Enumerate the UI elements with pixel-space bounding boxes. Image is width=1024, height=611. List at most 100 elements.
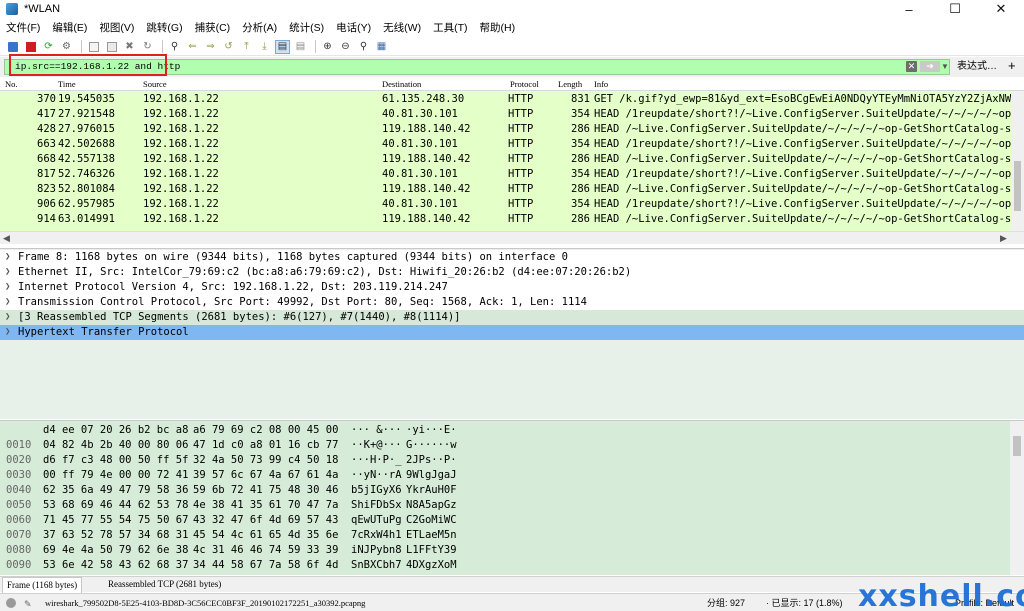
- menu-tools[interactable]: 工具(T): [427, 18, 473, 38]
- menu-file[interactable]: 文件(F): [0, 18, 46, 38]
- expand-arrow-icon[interactable]: ❯: [5, 250, 10, 265]
- minimize-button[interactable]: –: [886, 0, 932, 18]
- packet-row[interactable]: 823 52.801084 192.168.1.22 119.188.140.42 HT…: [0, 182, 1011, 197]
- ascii-high: 2JPs··P·: [406, 454, 457, 466]
- expand-arrow-icon[interactable]: ❯: [5, 280, 10, 295]
- scroll-right-icon[interactable]: ▶: [1000, 233, 1007, 244]
- column-destination[interactable]: Destination: [382, 79, 421, 89]
- packet-row[interactable]: 906 62.957985 192.168.1.22 40.81.30.101 HTTP…: [0, 197, 1011, 212]
- bytes-scrollbar[interactable]: [1010, 421, 1024, 575]
- restart-capture-icon[interactable]: ⟳: [41, 40, 56, 54]
- clear-filter-icon[interactable]: ✕: [906, 61, 917, 72]
- hex-row[interactable]: 0020 d6 f7 c3 48 00 50 ff 5f 32 4a 50 73 9…: [0, 453, 1010, 468]
- filter-history-dropdown-icon[interactable]: ▼: [940, 61, 950, 72]
- menu-wireless[interactable]: 无线(W): [377, 18, 427, 38]
- detail-tree-item[interactable]: ❯ Frame 8: 1168 bytes on wire (9344 bits)…: [0, 250, 1024, 265]
- hex-row[interactable]: 0070 37 63 52 78 57 34 68 31 45 54 4c 61 6…: [0, 528, 1010, 543]
- edit-comment-icon[interactable]: ✎: [24, 598, 34, 609]
- packet-count: 分组: 927: [707, 598, 746, 608]
- zoom-in-icon[interactable]: ⊕: [320, 40, 335, 54]
- scrollbar-thumb[interactable]: [1014, 161, 1021, 211]
- packet-row[interactable]: 417 27.921548 192.168.1.22 40.81.30.101 HTTP…: [0, 107, 1011, 122]
- menu-statistics[interactable]: 统计(S): [283, 18, 330, 38]
- expand-arrow-icon[interactable]: ❯: [5, 310, 10, 325]
- column-source[interactable]: Source: [143, 79, 167, 89]
- column-info[interactable]: Info: [594, 79, 608, 89]
- maximize-button[interactable]: ☐: [932, 0, 978, 18]
- detail-tree-item[interactable]: ❯ Internet Protocol Version 4, Src: 192.1…: [0, 280, 1024, 295]
- packet-row[interactable]: 370 19.545035 192.168.1.22 61.135.248.30 HTT…: [0, 92, 1011, 107]
- find-packet-icon[interactable]: ⚲: [167, 40, 182, 54]
- hex-row[interactable]: 0050 53 68 69 46 44 62 53 78 4e 38 41 35 6…: [0, 498, 1010, 513]
- column-time[interactable]: Time: [58, 79, 76, 89]
- hex-row[interactable]: 0090 53 6e 42 58 43 62 68 37 34 44 58 67 7…: [0, 558, 1010, 573]
- packet-list-hscrollbar[interactable]: ◀ ▶: [0, 231, 1024, 244]
- detail-tree-item[interactable]: ❯ Ethernet II, Src: IntelCor_79:69:c2 (bc…: [0, 265, 1024, 280]
- detail-tree-item[interactable]: ❯ Hypertext Transfer Protocol: [0, 325, 1024, 340]
- packet-bytes-pane: d4 ee 07 20 26 b2 bc a8 a6 79 69 c2 08 00…: [0, 420, 1024, 575]
- ready-status-icon[interactable]: [6, 598, 16, 608]
- ascii-low: 7cRxW4h1: [351, 529, 402, 541]
- tab-reassembled-tcp[interactable]: Reassembled TCP (2681 bytes): [104, 577, 225, 593]
- open-file-icon[interactable]: [86, 40, 101, 54]
- menu-go[interactable]: 跳转(G): [140, 18, 188, 38]
- hex-bytes-high: 34 44 58 67 7a 58 6f 4d: [193, 559, 339, 571]
- scrollbar-thumb[interactable]: [1013, 436, 1021, 456]
- hex-row[interactable]: 0030 00 ff 79 4e 00 00 72 41 39 57 6c 67 4…: [0, 468, 1010, 483]
- save-file-icon[interactable]: [104, 40, 119, 54]
- zoom-normal-icon[interactable]: ⚲: [356, 40, 371, 54]
- packet-row[interactable]: 428 27.976015 192.168.1.22 119.188.140.42 HT…: [0, 122, 1011, 137]
- packet-list-scrollbar[interactable]: [1011, 91, 1024, 231]
- packet-row[interactable]: 914 63.014991 192.168.1.22 119.188.140.42 HT…: [0, 212, 1011, 227]
- packet-row[interactable]: 817 52.746326 192.168.1.22 40.81.30.101 HTTP…: [0, 167, 1011, 182]
- tab-frame-bytes[interactable]: Frame (1168 bytes): [2, 577, 83, 593]
- expand-arrow-icon[interactable]: ❯: [5, 295, 10, 310]
- hex-row[interactable]: 0010 04 82 4b 2b 40 00 80 06 47 1d c0 a8 0…: [0, 438, 1010, 453]
- go-back-icon[interactable]: ⇐: [185, 40, 200, 54]
- close-button[interactable]: ✕: [978, 0, 1024, 18]
- apply-filter-icon[interactable]: ➜: [920, 61, 940, 72]
- packet-row[interactable]: 668 42.557138 192.168.1.22 119.188.140.42 HT…: [0, 152, 1011, 167]
- hex-row[interactable]: d4 ee 07 20 26 b2 bc a8 a6 79 69 c2 08 00…: [0, 423, 1010, 438]
- hex-offset: 0080: [6, 544, 32, 556]
- detail-tree-item[interactable]: ❯ Transmission Control Protocol, Src Port…: [0, 295, 1024, 310]
- menu-analyze[interactable]: 分析(A): [236, 18, 283, 38]
- detail-tree-item[interactable]: ❯ [3 Reassembled TCP Segments (2681 bytes…: [0, 310, 1024, 325]
- column-protocol[interactable]: Protocol: [510, 79, 539, 89]
- packet-row[interactable]: 663 42.502688 192.168.1.22 40.81.30.101 HTTP…: [0, 137, 1011, 152]
- stop-capture-icon[interactable]: [23, 40, 38, 54]
- go-to-packet-icon[interactable]: ↺: [221, 40, 236, 54]
- hex-row[interactable]: 0080 69 4e 4a 50 79 62 6e 38 4c 31 46 46 7…: [0, 543, 1010, 558]
- zoom-out-icon[interactable]: ⊖: [338, 40, 353, 54]
- menu-edit[interactable]: 编辑(E): [46, 18, 93, 38]
- expand-arrow-icon[interactable]: ❯: [5, 325, 10, 340]
- hex-row[interactable]: 0060 71 45 77 55 54 75 50 67 43 32 47 6f 4…: [0, 513, 1010, 528]
- go-forward-icon[interactable]: ⇒: [203, 40, 218, 54]
- ascii-low: ··yN··rA: [351, 469, 402, 481]
- close-file-icon[interactable]: ✖: [122, 40, 137, 54]
- last-packet-icon[interactable]: ⤓: [257, 40, 272, 54]
- column-no[interactable]: No.: [5, 79, 18, 89]
- menu-view[interactable]: 视图(V): [93, 18, 140, 38]
- hex-bytes-high: 4e 38 41 35 61 70 47 7a: [193, 499, 339, 511]
- add-filter-button[interactable]: +: [1008, 58, 1016, 74]
- reload-file-icon[interactable]: ↻: [140, 40, 155, 54]
- cell-length: 354: [571, 168, 590, 180]
- ascii-low: ShiFDbSx: [351, 499, 402, 511]
- hex-row[interactable]: 0040 62 35 6a 49 47 79 58 36 59 6b 72 41 7…: [0, 483, 1010, 498]
- resize-columns-icon[interactable]: ▦: [374, 40, 389, 54]
- hex-row[interactable]: 00a0 4c 47 4c 61 30 62 7a 67 67 48 4b 58 5…: [0, 573, 1010, 575]
- capture-options-icon[interactable]: ⚙: [59, 40, 74, 54]
- column-length[interactable]: Length: [558, 79, 582, 89]
- menu-telephony[interactable]: 电话(Y): [330, 18, 377, 38]
- menu-help[interactable]: 帮助(H): [474, 18, 522, 38]
- autoscroll-icon[interactable]: ▤: [275, 39, 290, 54]
- colorize-icon[interactable]: ▤: [293, 40, 308, 54]
- expand-arrow-icon[interactable]: ❯: [5, 265, 10, 280]
- cell-protocol: HTTP: [508, 168, 534, 180]
- first-packet-icon[interactable]: ⤒: [239, 40, 254, 54]
- start-capture-icon[interactable]: [5, 40, 20, 54]
- scroll-left-icon[interactable]: ◀: [3, 233, 10, 244]
- expression-button[interactable]: 表达式…: [957, 59, 997, 75]
- menu-capture[interactable]: 捕获(C): [189, 18, 237, 38]
